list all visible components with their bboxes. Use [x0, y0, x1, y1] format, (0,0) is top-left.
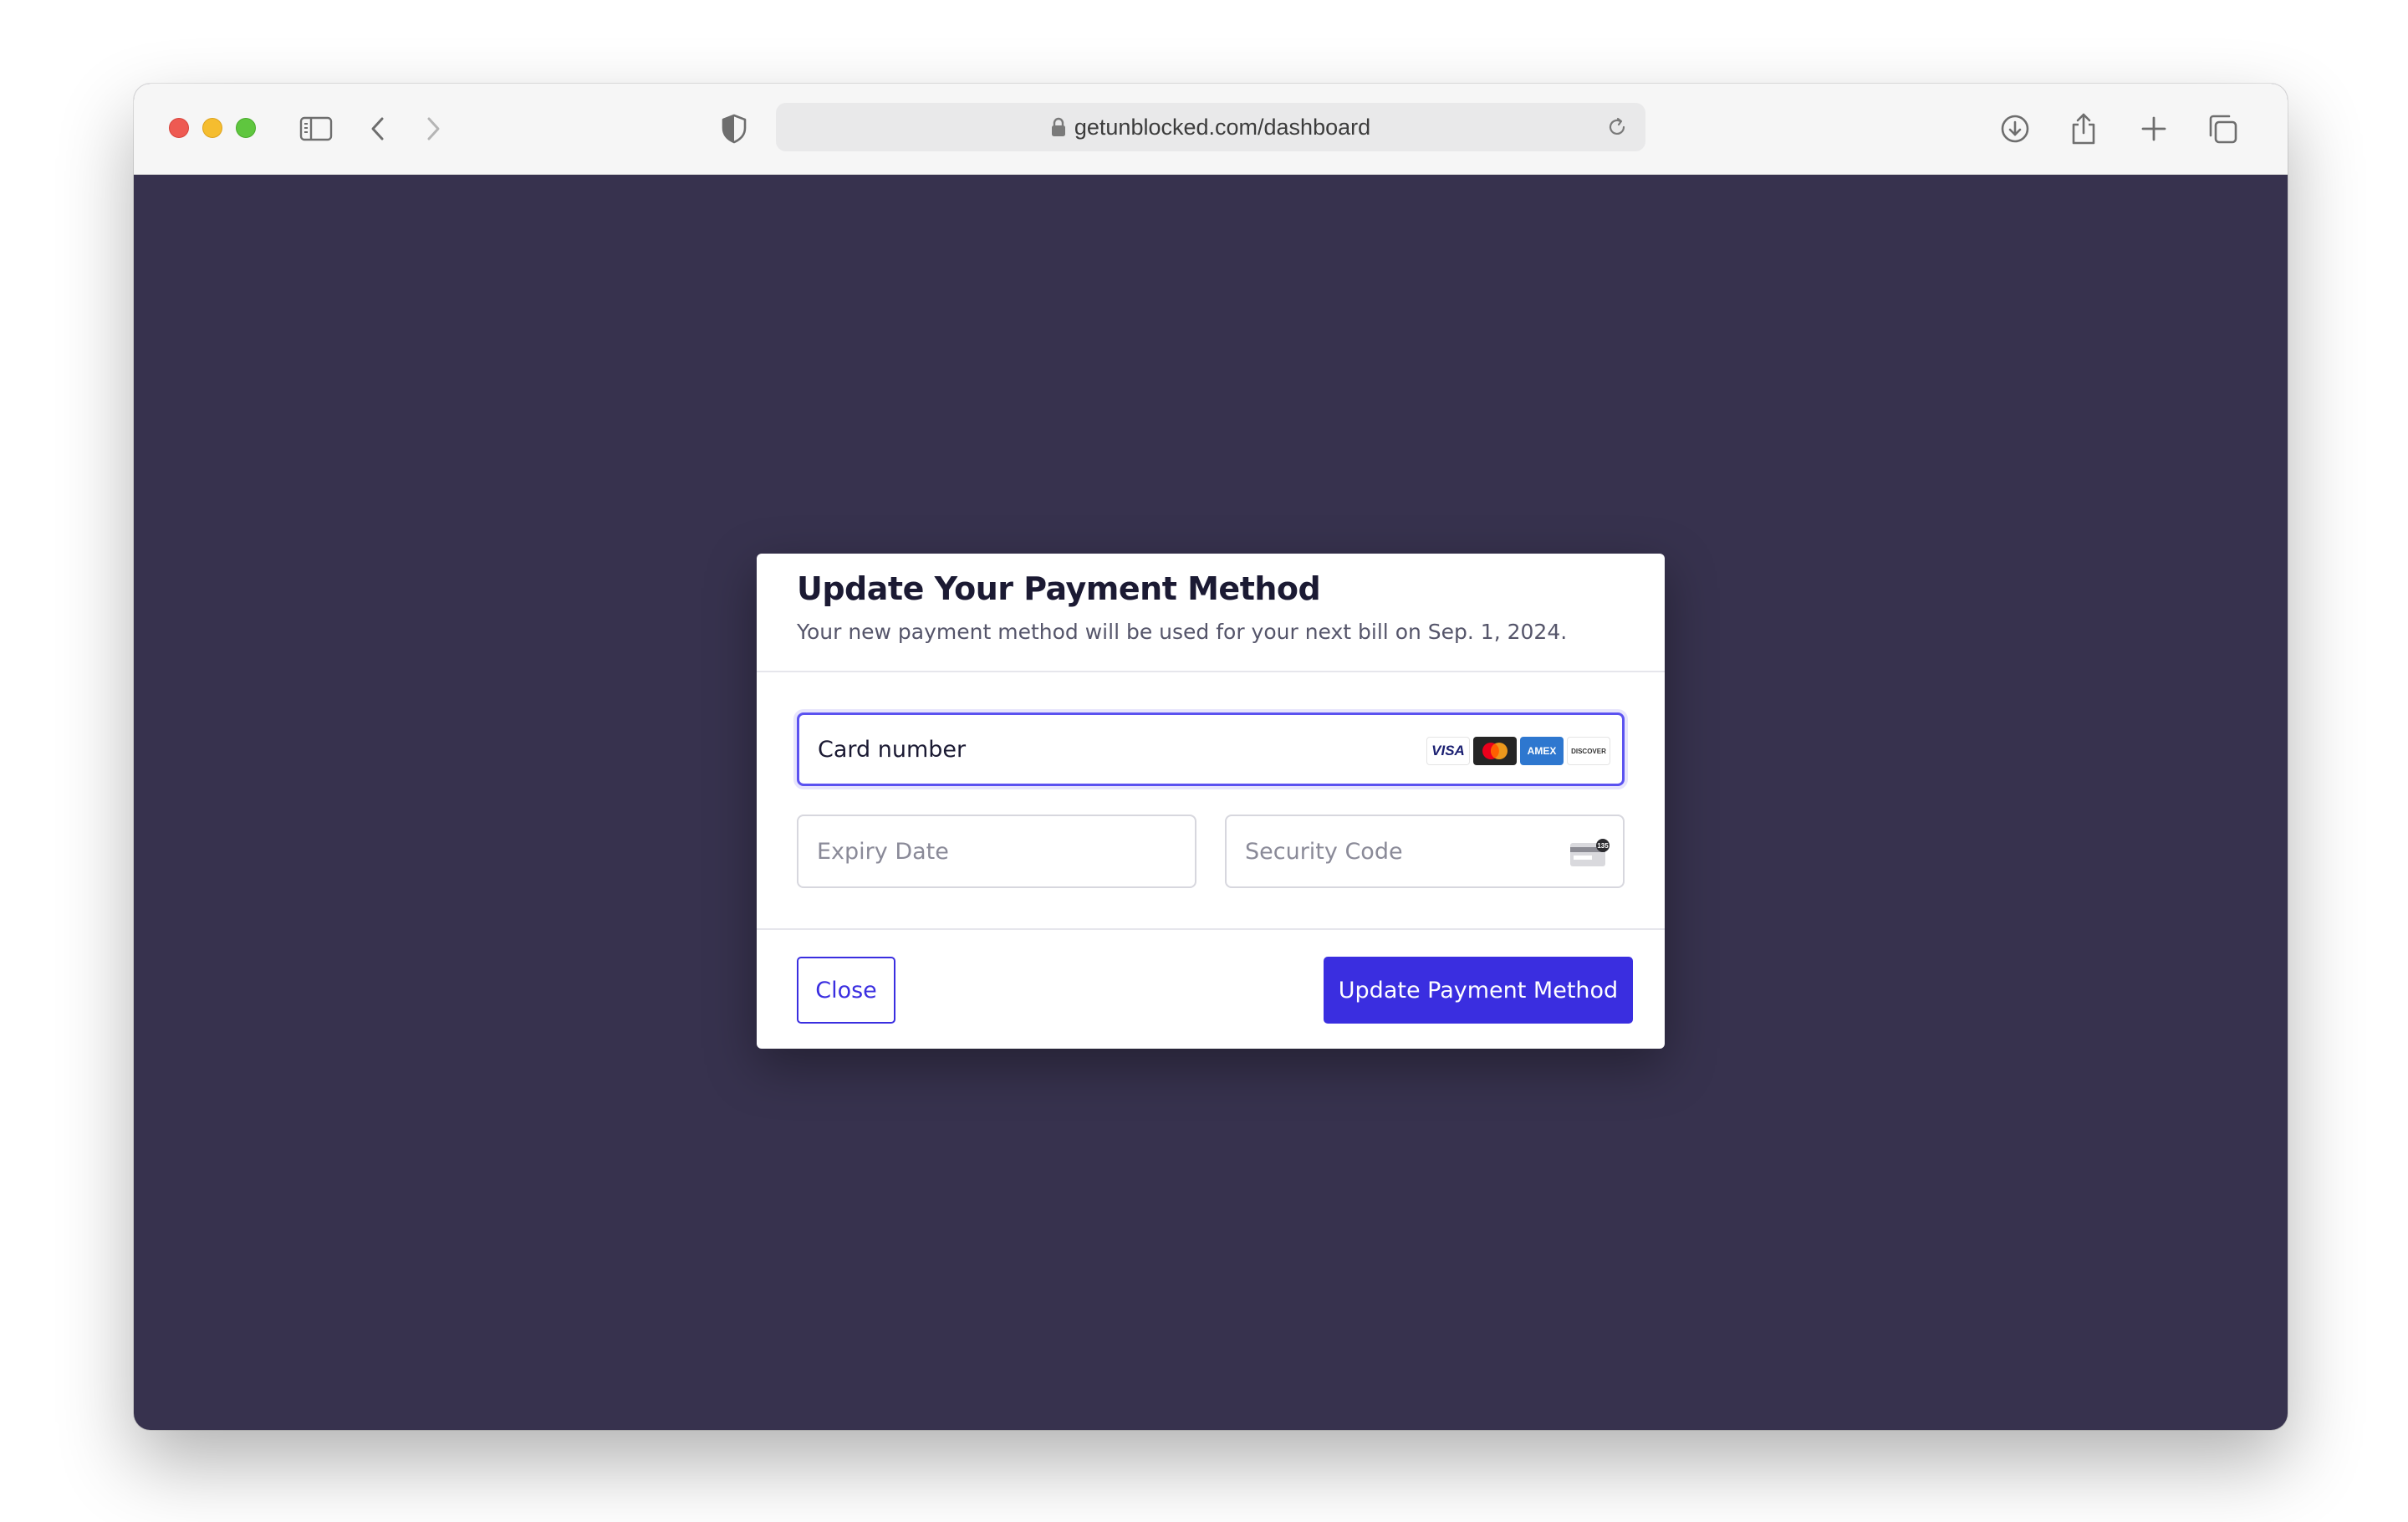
- close-window-button[interactable]: [169, 118, 189, 138]
- cvc-hint-text: 135: [1597, 842, 1609, 850]
- dialog-title: Update Your Payment Method: [797, 570, 1321, 607]
- discover-logo-icon: DISCOVER: [1567, 737, 1610, 765]
- card-brand-logos: VISA AMEX DISCOVER: [1426, 737, 1610, 765]
- mastercard-logo-icon: [1473, 737, 1517, 765]
- zoom-window-button[interactable]: [236, 118, 256, 138]
- update-payment-method-button[interactable]: Update Payment Method: [1324, 957, 1633, 1024]
- address-bar-url[interactable]: getunblocked.com/dashboard: [776, 103, 1645, 151]
- address-bar[interactable]: getunblocked.com/dashboard: [776, 103, 1645, 151]
- browser-window: getunblocked.com/dashboard Update Your P…: [134, 84, 2288, 1430]
- shield-icon[interactable]: [714, 109, 754, 149]
- chevron-right-icon[interactable]: [413, 109, 453, 149]
- close-button[interactable]: Close: [797, 957, 895, 1024]
- lock-icon: [1051, 117, 1066, 137]
- chevron-left-icon[interactable]: [358, 109, 398, 149]
- security-code-placeholder: Security Code: [1245, 838, 1403, 865]
- tabs-overview-icon[interactable]: [2202, 109, 2242, 149]
- dialog-footer: Close Update Payment Method: [757, 928, 1665, 1050]
- dialog-header: Update Your Payment Method Your new paym…: [757, 554, 1665, 672]
- url-text: getunblocked.com/dashboard: [1074, 114, 1371, 140]
- dialog-subtitle: Your new payment method will be used for…: [797, 620, 1568, 644]
- card-cvc-icon: 135: [1569, 838, 1610, 868]
- security-code-field[interactable]: Security Code 135: [1225, 815, 1625, 888]
- share-icon[interactable]: [2064, 109, 2104, 149]
- sidebar-icon[interactable]: [296, 109, 336, 149]
- visa-logo-icon: VISA: [1426, 737, 1470, 765]
- card-number-placeholder: Card number: [818, 736, 967, 763]
- browser-toolbar: getunblocked.com/dashboard: [134, 84, 2288, 175]
- minimize-window-button[interactable]: [202, 118, 222, 138]
- expiry-date-placeholder: Expiry Date: [817, 838, 949, 865]
- payment-method-dialog: Update Your Payment Method Your new paym…: [757, 554, 1665, 1049]
- amex-logo-icon: AMEX: [1520, 737, 1564, 765]
- plus-icon[interactable]: [2134, 109, 2174, 149]
- reload-icon[interactable]: [1597, 107, 1637, 147]
- download-icon[interactable]: [1995, 109, 2035, 149]
- card-number-field[interactable]: Card number VISA AMEX DISCOVER: [797, 712, 1625, 786]
- expiry-date-field[interactable]: Expiry Date: [797, 815, 1196, 888]
